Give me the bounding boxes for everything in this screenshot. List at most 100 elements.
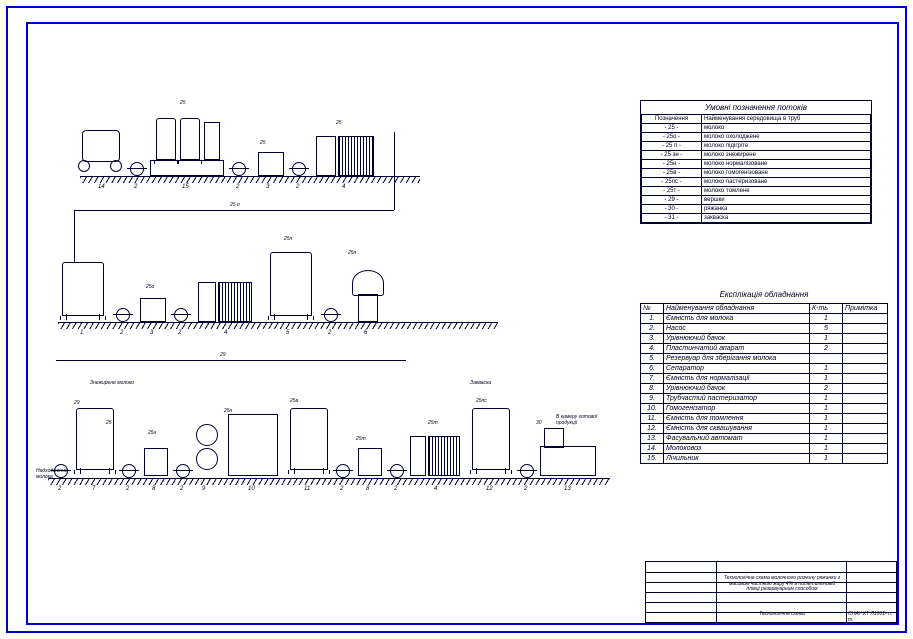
- flow-legend-row: - 25в -молоко гомогенізоване: [642, 169, 871, 178]
- flow-name: закваска: [702, 214, 871, 223]
- equip-norm-tank: [76, 408, 114, 470]
- equip-pump: [116, 308, 130, 322]
- hatch-row2: [58, 323, 498, 329]
- equip-name: Ємність для сквашування: [664, 424, 810, 434]
- equip-name: Урівнюючий бачок: [664, 334, 810, 344]
- equip-plate-frame: [410, 436, 426, 476]
- equip-fermentation-tank: [472, 408, 510, 470]
- flow-name: вершки: [702, 196, 871, 205]
- equip-name: Ємність для нормалізації: [664, 374, 810, 384]
- equip-name: Ємність для молока: [664, 314, 810, 324]
- equipment-table: Експлікація обладнання № Найменування об…: [640, 290, 888, 464]
- equip-note: [843, 374, 888, 384]
- equip-note: [843, 424, 888, 434]
- flow-legend-row: - 25о -молоко охолоджене: [642, 133, 871, 142]
- equipment-row: 4.Пластинчатий апарат2: [641, 344, 888, 354]
- equipment-row: 10.Гомогенізатор1: [641, 404, 888, 414]
- label-incoming: Надходження молока: [36, 468, 56, 480]
- hatch-row1: [80, 177, 420, 183]
- equip-pump: [292, 162, 306, 176]
- equip-tomlennya-tank: [290, 408, 328, 470]
- flow-code: - 25т -: [642, 187, 702, 196]
- equip-col-name: Найменування обладнання: [664, 304, 810, 314]
- equip-pump: [324, 308, 338, 322]
- flow-name: молоко охолоджене: [702, 133, 871, 142]
- equip-n: 9.: [641, 394, 664, 404]
- equip-balance-tank: [144, 448, 168, 476]
- equipment-row: 3.Урівнюючий бачок1: [641, 334, 888, 344]
- equip-plate-frame: [316, 136, 336, 176]
- equip-packer-hopper: [544, 428, 564, 448]
- equip-plate-heat-exchanger: [218, 282, 252, 322]
- equip-n: 15.: [641, 454, 664, 464]
- pipe: [74, 210, 394, 211]
- flow-legend-col1: Найменування середовища в труб: [702, 115, 871, 124]
- equip-pump: [336, 464, 350, 478]
- equip-note: [843, 384, 888, 394]
- equip-name: Насос: [664, 324, 810, 334]
- equip-note: [843, 324, 888, 334]
- equip-pump: [130, 162, 144, 176]
- label-skim-milk: Знежирене молоко: [90, 380, 134, 386]
- equip-name: Трубчастий пастеризатор: [664, 394, 810, 404]
- equip-n: 5.: [641, 354, 664, 364]
- flow-legend-row: - 29 -вершки: [642, 196, 871, 205]
- equip-pump: [232, 162, 246, 176]
- flow-name: молоко томлене: [702, 187, 871, 196]
- flow-name: молоко підігріте: [702, 142, 871, 151]
- equip-n: 12.: [641, 424, 664, 434]
- equip-qty: 2: [810, 384, 843, 394]
- equip-n: 11.: [641, 414, 664, 424]
- flow-code: - 25 зн -: [642, 151, 702, 160]
- equip-qty: 1: [810, 374, 843, 384]
- equip-qty: 1: [810, 414, 843, 424]
- equip-note: [843, 344, 888, 354]
- wheel-icon: [78, 160, 90, 172]
- pipe: [394, 132, 395, 210]
- flow-code: - 31 -: [642, 214, 702, 223]
- equip-name: Ємність для томлення: [664, 414, 810, 424]
- equip-qty: 1: [810, 424, 843, 434]
- equipment-row: 13.Фасувальний автомат1: [641, 434, 888, 444]
- equip-name: Молоковоз: [664, 444, 810, 454]
- equipment-row: 1.Ємність для молока1: [641, 314, 888, 324]
- equip-qty: 2: [810, 344, 843, 354]
- equip-tubular-pasteurizer: [196, 424, 218, 446]
- equip-pump: [390, 464, 404, 478]
- equipment-row: 6.Сепаратор1: [641, 364, 888, 374]
- equip-qty: 1: [810, 454, 843, 464]
- equip-name: Резервуар для зберігання молока: [664, 354, 810, 364]
- flow-code: - 25пс -: [642, 178, 702, 187]
- equip-n: 6.: [641, 364, 664, 374]
- title-block-footer-left: Технологічна схема: [722, 612, 842, 618]
- flow-code: - 25н -: [642, 160, 702, 169]
- flow-name: молоко пастеризоване: [702, 178, 871, 187]
- flow-legend-row: - 31 -закваска: [642, 214, 871, 223]
- equip-qty: 1: [810, 334, 843, 344]
- flow-legend-row: - 25 п -молоко підігріте: [642, 142, 871, 151]
- equip-balance-tank: [358, 448, 382, 476]
- flow-name: молоко знежирене: [702, 151, 871, 160]
- equip-note: [843, 364, 888, 374]
- flow-code: - 29 -: [642, 196, 702, 205]
- equip-n: 10.: [641, 404, 664, 414]
- equip-n: 1.: [641, 314, 664, 324]
- equip-note: [843, 414, 888, 424]
- equip-note: [843, 334, 888, 344]
- equip-qty: 1: [810, 314, 843, 324]
- label-starter: Закваска: [470, 380, 491, 386]
- equip-n: 14.: [641, 444, 664, 454]
- equip-name: Урівнюючий бачок: [664, 384, 810, 394]
- equip-note: [843, 404, 888, 414]
- equip-n: 3.: [641, 334, 664, 344]
- flow-code: - 25о -: [642, 133, 702, 142]
- equip-name: Лічильник: [664, 454, 810, 464]
- equip-meter-base: [150, 160, 224, 176]
- equipment-row: 9.Трубчастий пастеризатор1: [641, 394, 888, 404]
- flow-legend-row: - 25н -молоко нормалізоване: [642, 160, 871, 169]
- equip-qty: 1: [810, 444, 843, 454]
- equip-qty: 1: [810, 364, 843, 374]
- equip-col-note: Примітка: [843, 304, 888, 314]
- flow-name: молоко: [702, 124, 871, 133]
- flow-legend-row: - 25т -молоко томлене: [642, 187, 871, 196]
